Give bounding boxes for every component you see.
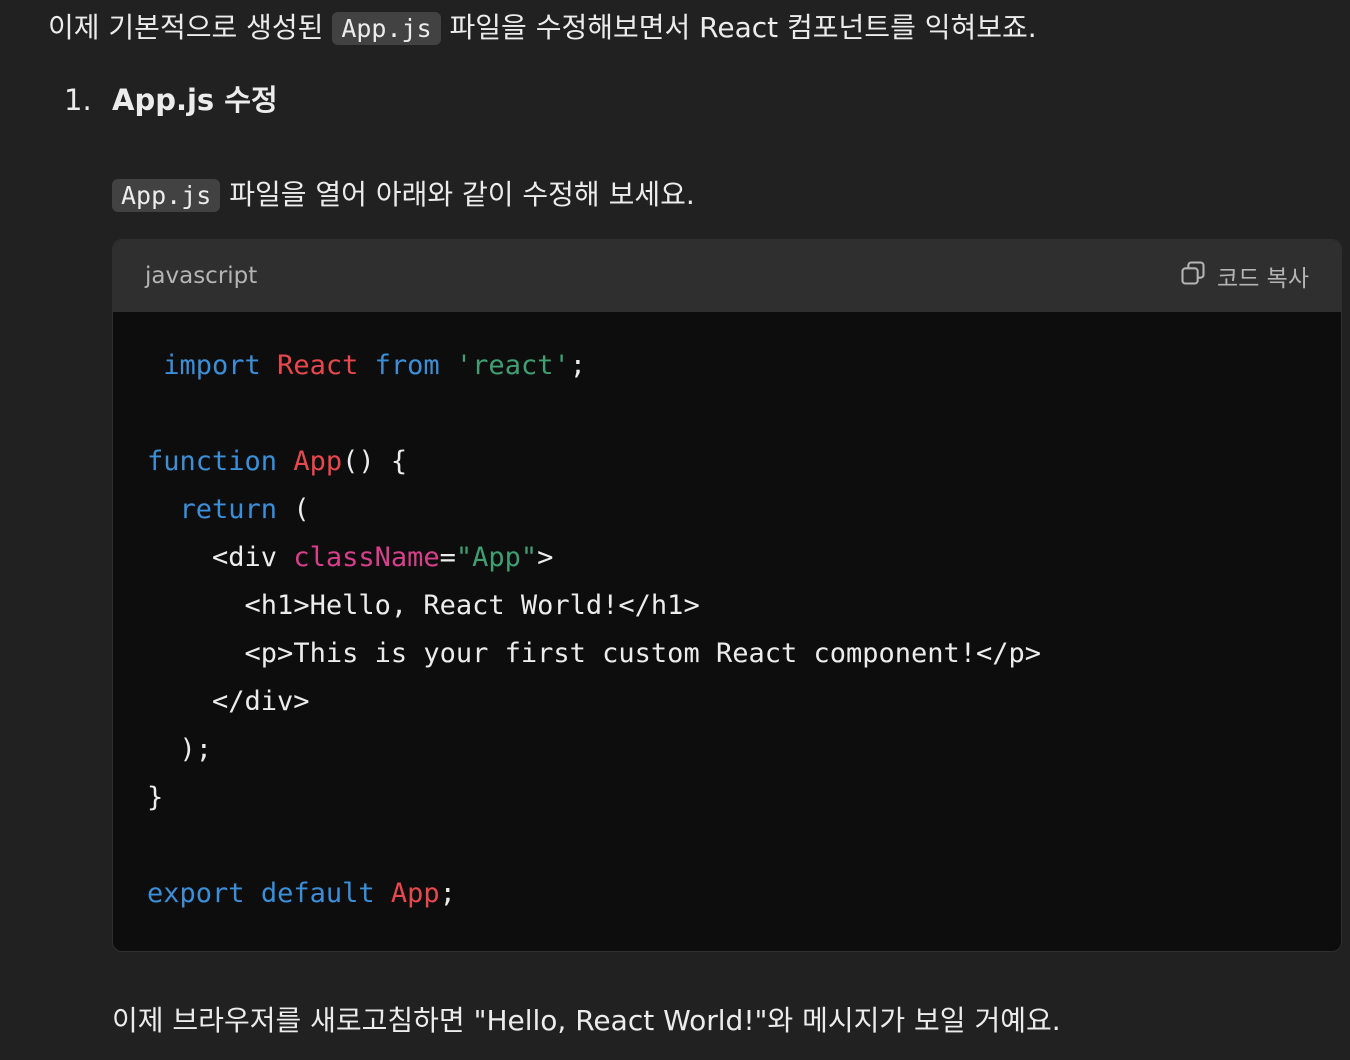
- code-line-6: <h1>Hello, React World!</h1>: [244, 590, 700, 621]
- step-heading: 1. App.js 수정: [64, 80, 278, 120]
- intro-paragraph: 이제 기본적으로 생성된 App.js 파일을 수정해보면서 React 컴포넌…: [48, 8, 1037, 49]
- copy-icon: [1179, 259, 1207, 293]
- code-line-3: function App() {: [147, 446, 408, 477]
- instruction-paragraph: App.js 파일을 열어 아래와 같이 수정해 보세요.: [112, 174, 695, 217]
- inline-code-appjs: App.js: [332, 12, 441, 45]
- code-block-header: javascript 코드 복사: [113, 240, 1341, 312]
- code-line-5: <div className="App">: [212, 542, 554, 573]
- code-line-9: );: [179, 734, 213, 765]
- inline-code-appjs-2: App.js: [112, 179, 221, 212]
- copy-code-label: 코드 복사: [1217, 266, 1309, 292]
- code-line-4: return (: [179, 494, 310, 525]
- intro-text-before: 이제 기본적으로 생성된: [48, 11, 333, 44]
- outro-paragraph: 이제 브라우저를 새로고침하면 "Hello, React World!"와 메…: [112, 1004, 1061, 1037]
- instruction-text: 파일을 열어 아래와 같이 수정해 보세요.: [220, 178, 695, 211]
- step-number: 1.: [64, 83, 92, 117]
- code-line-1: import React from 'react';: [163, 350, 586, 381]
- code-language-label: javascript: [145, 263, 258, 289]
- code-line-10: }: [147, 782, 164, 813]
- step-title: App.js 수정: [112, 83, 278, 117]
- code-line-12: export default App;: [147, 878, 456, 909]
- code-line-8: </div>: [212, 686, 310, 717]
- code-block: javascript 코드 복사 import React from 'reac…: [112, 239, 1342, 952]
- copy-code-button[interactable]: 코드 복사: [1179, 259, 1309, 293]
- intro-text-after: 파일을 수정해보면서 React 컴포넌트를 익혀보죠.: [440, 11, 1037, 44]
- code-line-7: <p>This is your first custom React compo…: [244, 638, 1042, 669]
- code-content: import React from 'react'; function App(…: [113, 312, 1341, 918]
- chat-message: 이제 기본적으로 생성된 App.js 파일을 수정해보면서 React 컴포넌…: [0, 0, 1350, 1060]
